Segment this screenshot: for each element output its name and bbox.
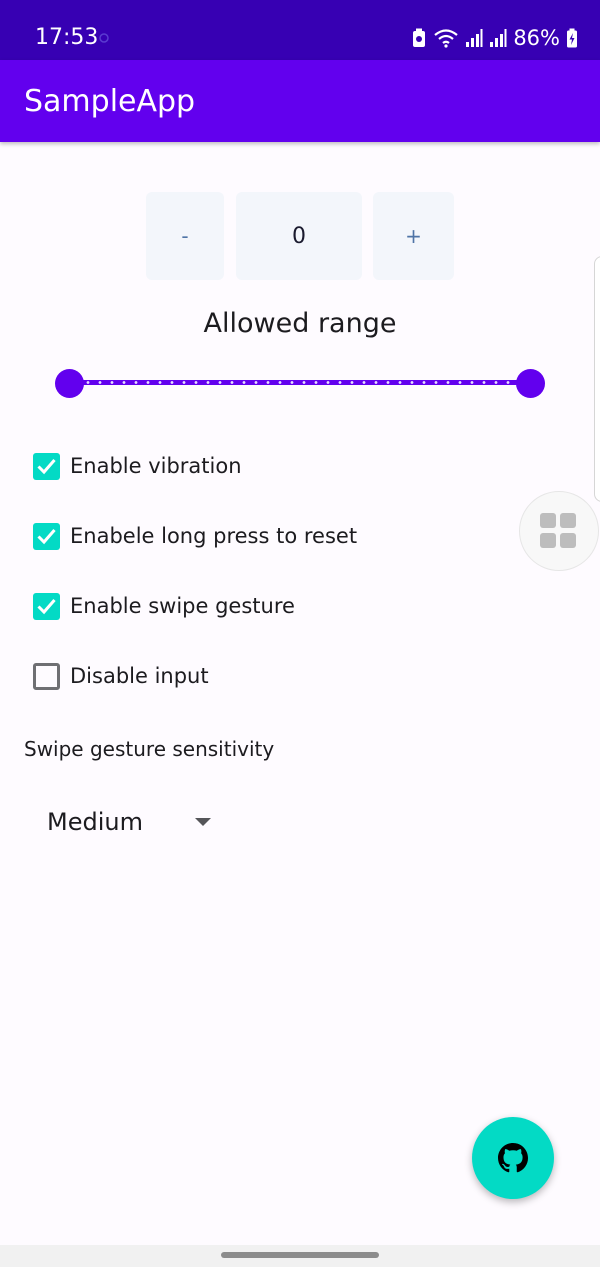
status-bar: 17:53 86% — [0, 0, 600, 60]
app-title: SampleApp — [24, 84, 196, 119]
grid-icon — [540, 533, 556, 548]
checkbox-enable-long-press-reset[interactable]: Enabele long press to reset — [33, 521, 357, 551]
checkbox-label: Enabele long press to reset — [70, 524, 358, 548]
battery-percentage: 86% — [513, 26, 560, 50]
checkbox-disable-input[interactable]: Disable input — [33, 661, 209, 691]
github-icon — [498, 1143, 528, 1173]
battery-icon — [567, 28, 577, 48]
checkbox-label: Disable input — [70, 664, 209, 688]
allowed-range-label: Allowed range — [203, 308, 397, 339]
signal-icon — [466, 29, 483, 47]
home-gesture-handle[interactable] — [221, 1252, 379, 1258]
increment-button[interactable]: + — [373, 192, 454, 280]
app-bar: SampleApp — [0, 60, 600, 142]
range-slider-end-thumb[interactable] — [516, 369, 545, 398]
status-icons: 86% — [411, 23, 578, 53]
swipe-sensitivity-label: Swipe gesture sensitivity — [24, 737, 275, 761]
range-slider-start-thumb[interactable] — [55, 369, 84, 398]
checkbox-checked-icon[interactable] — [33, 452, 60, 480]
wifi-icon — [434, 29, 459, 48]
checkbox-checked-icon[interactable] — [33, 592, 60, 620]
range-slider-ticks — [82, 381, 518, 384]
checkbox-label: Enable swipe gesture — [70, 594, 295, 618]
dropdown-arrow-icon — [194, 818, 211, 826]
checkbox-unchecked-icon[interactable] — [33, 662, 60, 690]
decrement-button[interactable]: - — [146, 192, 224, 280]
github-fab-button[interactable] — [472, 1117, 554, 1199]
notification-dot-icon — [99, 33, 109, 43]
sensitivity-selected-value: Medium — [47, 808, 143, 836]
checkbox-enable-vibration[interactable]: Enable vibration — [33, 451, 242, 481]
signal-icon — [490, 29, 507, 47]
sensitivity-dropdown[interactable]: Medium — [47, 804, 211, 840]
system-navigation-bar — [0, 1245, 600, 1267]
checkbox-checked-icon[interactable] — [33, 522, 60, 550]
battery-saver-icon — [413, 28, 426, 47]
edge-panel-handle[interactable] — [594, 256, 600, 502]
checkbox-enable-swipe-gesture[interactable]: Enable swipe gesture — [33, 591, 295, 621]
stepper-value-field[interactable]: 0 — [236, 192, 362, 280]
grid-icon — [540, 513, 556, 528]
grid-icon — [560, 513, 576, 528]
grid-icon — [560, 533, 576, 548]
checkbox-label: Enable vibration — [70, 454, 242, 478]
status-time: 17:53 — [35, 25, 99, 50]
floating-grid-button[interactable] — [519, 491, 599, 571]
